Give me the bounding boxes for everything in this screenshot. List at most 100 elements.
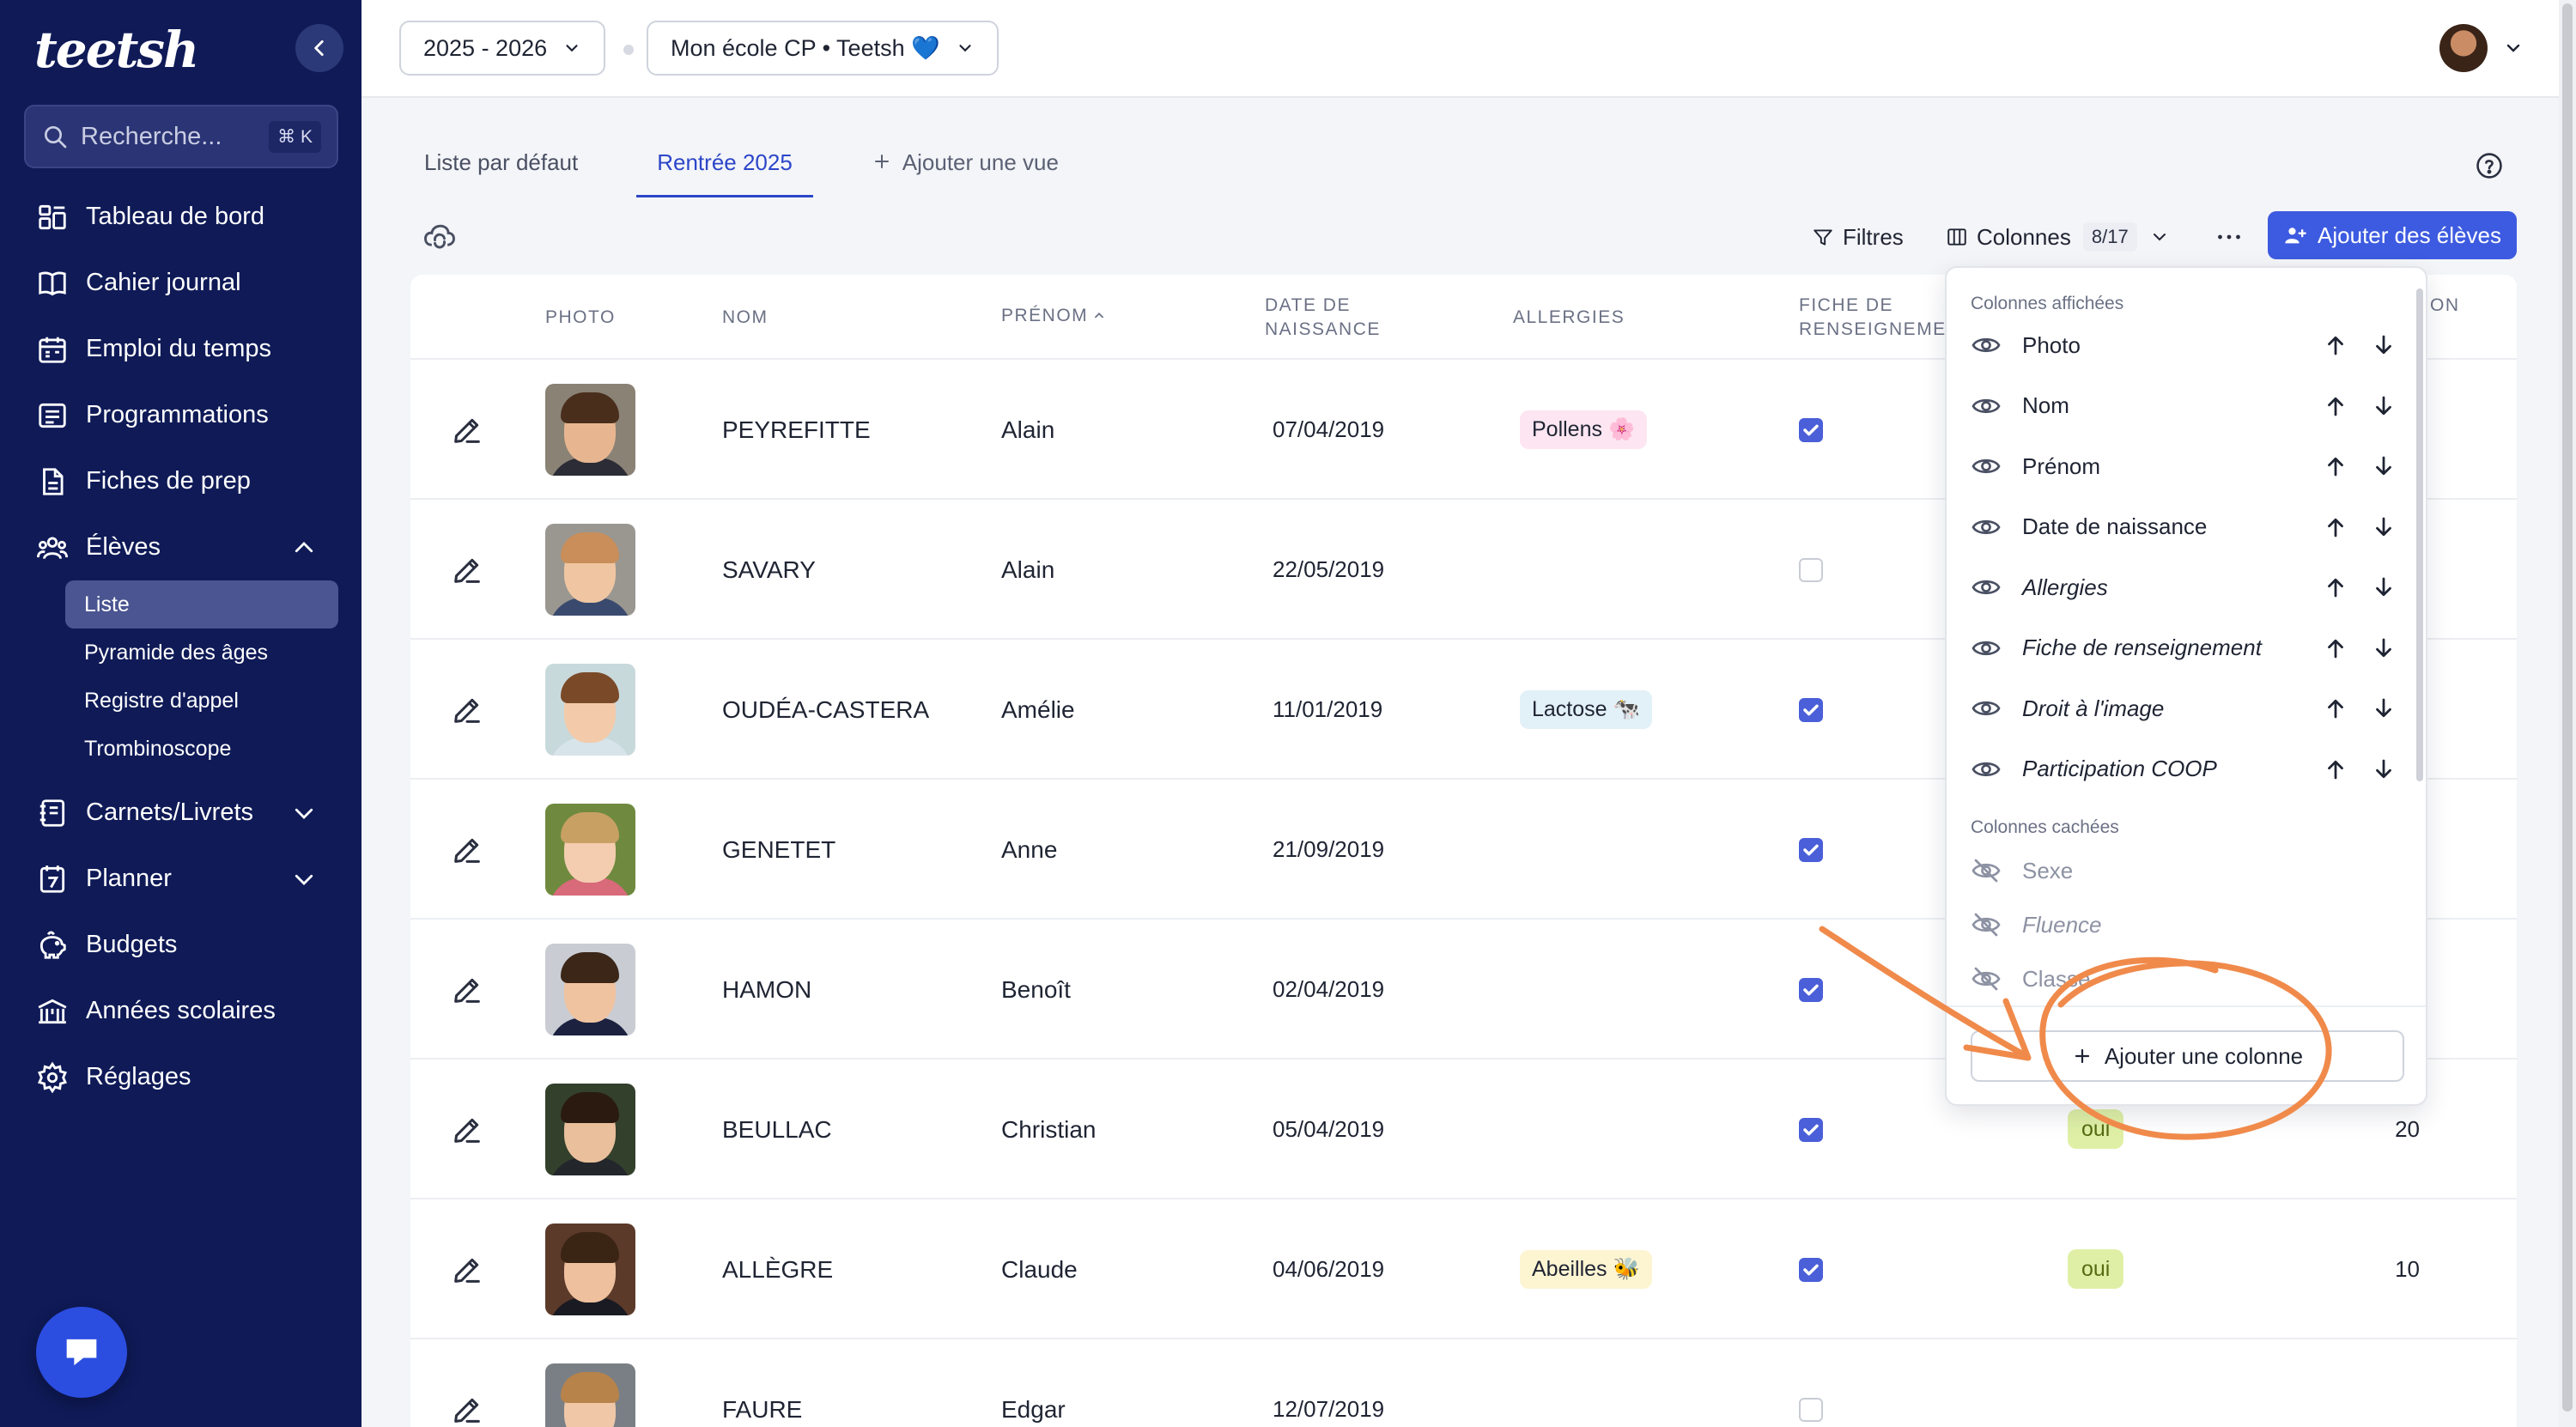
shown-column-item[interactable]: Photo: [1971, 328, 2400, 362]
move-down-icon[interactable]: [2371, 332, 2397, 358]
edit-icon[interactable]: [450, 833, 484, 867]
school-year-dropdown[interactable]: 2025 - 2026: [399, 21, 606, 76]
shown-column-item[interactable]: Allergies: [1971, 570, 2400, 604]
hidden-column-item[interactable]: Fluence: [1971, 908, 2400, 942]
fiche-checkbox[interactable]: [1799, 1118, 1823, 1142]
hidden-column-item[interactable]: Classe: [1971, 962, 2400, 996]
move-up-icon[interactable]: [2323, 574, 2348, 600]
header-nom[interactable]: NOM: [722, 306, 769, 330]
sidebar-item-planner[interactable]: Planner: [0, 846, 361, 912]
move-up-icon[interactable]: [2323, 332, 2348, 358]
edit-icon[interactable]: [450, 1113, 484, 1147]
sidebar-item-emploi-du-temps[interactable]: Emploi du temps: [0, 316, 361, 382]
chat-support-button[interactable]: [36, 1307, 127, 1398]
eye-icon[interactable]: [1971, 391, 2002, 422]
header-allergies[interactable]: ALLERGIES: [1513, 306, 1625, 330]
edit-icon[interactable]: [450, 413, 484, 447]
sidebar-subitem-liste[interactable]: Liste: [65, 580, 338, 628]
move-up-icon[interactable]: [2323, 635, 2348, 661]
move-down-icon[interactable]: [2371, 574, 2397, 600]
move-up-icon[interactable]: [2323, 695, 2348, 721]
eye-icon[interactable]: [1971, 572, 2002, 603]
sidebar-item-fiches-de-prep[interactable]: Fiches de prep: [0, 448, 361, 514]
eye-off-icon[interactable]: [1971, 963, 2002, 994]
fiche-checkbox[interactable]: [1799, 838, 1823, 862]
header-date-naissance[interactable]: DATE DE NAISSANCE: [1265, 294, 1381, 342]
shown-column-item[interactable]: Fiche de renseignement: [1971, 631, 2400, 665]
panel-scrollbar-thumb[interactable]: [2416, 288, 2423, 781]
header-last-column[interactable]: ON: [2430, 294, 2460, 318]
sidebar-item-annees-scolaires[interactable]: Années scolaires: [0, 978, 361, 1044]
move-down-icon[interactable]: [2371, 635, 2397, 661]
sidebar-item-budgets[interactable]: Budgets: [0, 912, 361, 978]
move-down-icon[interactable]: [2371, 695, 2397, 721]
header-prenom[interactable]: PRÉNOM: [1001, 304, 1105, 328]
chevron-down-icon[interactable]: [2503, 38, 2524, 58]
eye-off-icon[interactable]: [1971, 909, 2002, 940]
move-down-icon[interactable]: [2371, 393, 2397, 419]
sidebar-item-programmations[interactable]: Programmations: [0, 382, 361, 448]
fiche-checkbox[interactable]: [1799, 1398, 1823, 1422]
header-fiche[interactable]: FICHE DE RENSEIGNEMEN: [1799, 294, 1960, 342]
filters-button[interactable]: Filtres: [1812, 220, 1904, 254]
move-up-icon[interactable]: [2323, 756, 2348, 782]
move-down-icon[interactable]: [2371, 453, 2397, 479]
scrollbar-thumb[interactable]: [2562, 3, 2573, 1412]
sidebar-subitem-pyramide[interactable]: Pyramide des âges: [65, 628, 338, 677]
fiche-checkbox[interactable]: [1799, 1258, 1823, 1282]
shown-column-item[interactable]: Participation COOP: [1971, 752, 2400, 786]
add-view-tab[interactable]: Ajouter une vue: [851, 137, 1079, 197]
eye-icon[interactable]: [1971, 693, 2002, 724]
eye-icon[interactable]: [1971, 330, 2002, 361]
eye-off-icon[interactable]: [1971, 855, 2002, 886]
columns-button[interactable]: Colonnes 8/17: [1946, 220, 2170, 254]
shown-column-item[interactable]: Date de naissance: [1971, 510, 2400, 544]
tab-liste-par-defaut[interactable]: Liste par défaut: [404, 137, 598, 197]
header-photo[interactable]: PHOTO: [545, 306, 616, 330]
move-down-icon[interactable]: [2371, 756, 2397, 782]
search-input[interactable]: Recherche... ⌘ K: [24, 105, 338, 168]
sidebar-item-label: Tableau de bord: [86, 203, 264, 230]
add-column-button[interactable]: Ajouter une colonne: [1971, 1030, 2404, 1082]
shown-column-item[interactable]: Prénom: [1971, 449, 2400, 483]
edit-icon[interactable]: [450, 1253, 484, 1287]
eye-icon[interactable]: [1971, 451, 2002, 482]
shown-column-item[interactable]: Droit à l'image: [1971, 691, 2400, 726]
teetsh-logo[interactable]: teetsh: [34, 21, 199, 79]
fiche-checkbox[interactable]: [1799, 418, 1823, 442]
more-options-icon[interactable]: [2214, 222, 2245, 252]
sidebar-item-eleves[interactable]: Élèves: [0, 514, 361, 580]
sidebar-subitem-registre[interactable]: Registre d'appel: [65, 677, 338, 725]
sidebar-item-dashboard[interactable]: Tableau de bord: [0, 184, 361, 250]
user-avatar[interactable]: [2439, 24, 2488, 72]
school-class-dropdown[interactable]: Mon école CP • Teetsh 💙: [647, 21, 999, 76]
move-up-icon[interactable]: [2323, 514, 2348, 540]
sidebar-item-reglages[interactable]: Réglages: [0, 1044, 361, 1110]
fiche-checkbox[interactable]: [1799, 558, 1823, 582]
move-down-icon[interactable]: [2371, 514, 2397, 540]
eye-icon[interactable]: [1971, 754, 2002, 785]
eye-icon[interactable]: [1971, 633, 2002, 664]
collapse-sidebar-button[interactable]: [295, 24, 343, 72]
help-icon[interactable]: [2475, 151, 2504, 180]
edit-icon[interactable]: [450, 693, 484, 727]
tab-rentree-2025[interactable]: Rentrée 2025: [636, 137, 813, 197]
sidebar-item-carnets[interactable]: Carnets/Livrets: [0, 780, 361, 846]
edit-icon[interactable]: [450, 973, 484, 1007]
table-row[interactable]: FAURE Edgar 12/07/2019: [410, 1339, 2517, 1427]
cloud-sync-icon[interactable]: [421, 218, 459, 256]
move-up-icon[interactable]: [2323, 393, 2348, 419]
eye-icon[interactable]: [1971, 512, 2002, 543]
hidden-column-item[interactable]: Sexe: [1971, 853, 2400, 888]
add-students-button[interactable]: Ajouter des élèves: [2268, 211, 2517, 259]
edit-icon[interactable]: [450, 553, 484, 587]
fiche-checkbox[interactable]: [1799, 698, 1823, 722]
shown-column-item[interactable]: Nom: [1971, 389, 2400, 423]
sidebar-item-cahier-journal[interactable]: Cahier journal: [0, 250, 361, 316]
sidebar-subitem-trombinoscope[interactable]: Trombinoscope: [65, 725, 338, 773]
fiche-checkbox[interactable]: [1799, 978, 1823, 1002]
move-up-icon[interactable]: [2323, 453, 2348, 479]
table-row[interactable]: ALLÈGRE Claude 04/06/2019 Abeilles 🐝 oui 10: [410, 1199, 2517, 1339]
edit-icon[interactable]: [450, 1393, 484, 1427]
page-scrollbar[interactable]: [2559, 0, 2576, 1427]
